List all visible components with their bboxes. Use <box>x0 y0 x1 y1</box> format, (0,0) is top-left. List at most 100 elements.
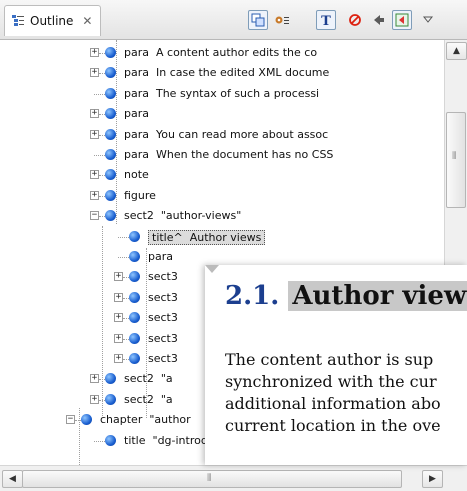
element-text-preview: You can read more about assoc <box>149 127 329 141</box>
element-node-icon <box>129 312 140 324</box>
element-node-icon <box>129 291 140 303</box>
tree-connector <box>118 236 129 238</box>
collapse-icon[interactable]: − <box>66 415 75 425</box>
tree-row[interactable]: + figure <box>0 187 444 207</box>
expand-icon[interactable]: + <box>90 129 99 139</box>
toolbar-menu-icon[interactable] <box>418 10 438 30</box>
expand-icon[interactable]: + <box>90 394 99 404</box>
element-node-icon <box>129 230 140 242</box>
element-tag-name: para <box>124 127 149 141</box>
element-tag-name: para <box>124 66 149 80</box>
element-tag-name: figure <box>124 188 156 202</box>
expand-icon[interactable]: + <box>90 170 99 180</box>
toolbar-stop-icon[interactable] <box>345 10 365 30</box>
expand-icon[interactable]: + <box>114 333 123 343</box>
view-titlebar: Outline ✕ T <box>0 0 467 40</box>
tooltip-line: current location in the ove <box>225 416 441 435</box>
expand-icon[interactable]: + <box>114 292 123 302</box>
element-node-icon <box>81 414 92 426</box>
horizontal-scroll-thumb[interactable]: ⦀ <box>22 470 402 488</box>
tooltip-body: The content author is sup synchronized w… <box>225 349 441 437</box>
expand-icon[interactable]: + <box>90 68 99 78</box>
element-node-icon <box>105 393 116 405</box>
outline-view: Outline ✕ T + para A content author edits… <box>0 0 467 491</box>
element-tag-name: sect3 <box>148 352 178 365</box>
element-tag-name: sect2 <box>124 392 154 406</box>
tree-row[interactable]: + para <box>0 105 444 125</box>
tree-guide-line <box>102 226 103 416</box>
tree-row-label: sect3 <box>148 352 178 365</box>
scroll-left-button[interactable]: ◀ <box>2 470 23 488</box>
scroll-grip-icon: ⦀ <box>207 473 212 484</box>
scroll-up-button[interactable]: ▲ <box>446 42 467 60</box>
expand-icon[interactable]: + <box>90 109 99 119</box>
tree-connector <box>123 277 129 279</box>
element-text-preview: Author views <box>182 230 262 244</box>
tree-row-label: sect3 <box>148 332 178 345</box>
element-tag-name: chapter <box>100 413 143 427</box>
tree-row-label: sect3 <box>148 291 178 304</box>
element-node-icon <box>105 434 116 446</box>
tree-row[interactable]: + para In case the edited XML docume <box>0 64 444 84</box>
element-node-icon <box>105 373 116 385</box>
element-node-icon <box>105 87 116 99</box>
element-text-preview: "a <box>153 372 173 386</box>
toolbar-sync-icon[interactable] <box>392 10 412 30</box>
element-node-icon <box>105 210 116 222</box>
element-node-icon <box>105 149 116 160</box>
tree-row-label: note <box>124 168 149 181</box>
element-text-preview: When the document has no CSS <box>149 148 334 161</box>
element-node-icon <box>129 271 140 283</box>
tree-row-label: para A content author edits the co <box>124 46 317 59</box>
tab-outline[interactable]: Outline ✕ <box>4 5 102 36</box>
scroll-right-button[interactable]: ▶ <box>422 470 443 488</box>
element-tag-name: sect2 <box>124 209 154 223</box>
element-node-icon <box>105 169 116 181</box>
element-tag-name: sect3 <box>148 290 178 304</box>
element-text-preview: The syntax of such a processi <box>149 86 320 100</box>
tree-row[interactable]: title^ Author views <box>0 228 444 248</box>
expand-icon[interactable]: + <box>90 374 99 384</box>
element-node-icon <box>105 67 116 79</box>
tooltip-heading: 2.1. Author view <box>225 281 467 311</box>
element-tag-name: para <box>124 148 149 161</box>
horizontal-scrollbar[interactable]: ◀ ⦀ ▶ <box>0 465 467 491</box>
tree-row[interactable]: para When the document has no CSS <box>0 146 444 166</box>
tree-row[interactable]: + para You can read more about assoc <box>0 126 444 146</box>
toolbar-settings-icon[interactable] <box>272 10 292 30</box>
collapse-icon[interactable]: − <box>90 211 99 221</box>
element-node-icon <box>105 128 116 140</box>
scroll-grip-icon: ⦀ <box>452 151 457 162</box>
toolbar-back-icon[interactable] <box>369 10 389 30</box>
element-text-preview: In case the edited XML docume <box>149 66 330 80</box>
element-tag-name: para <box>124 46 149 59</box>
toolbar-link-editor-icon[interactable] <box>248 10 268 30</box>
tree-row-label: para The syntax of such a processi <box>124 87 319 100</box>
expand-icon[interactable]: + <box>90 190 99 200</box>
expand-icon[interactable]: + <box>114 313 123 323</box>
toolbar-show-text-icon[interactable]: T <box>316 10 336 30</box>
element-node-icon <box>105 108 116 120</box>
expand-icon[interactable]: + <box>90 48 99 57</box>
tree-row[interactable]: + para A content author edits the co <box>0 44 444 64</box>
close-icon[interactable]: ✕ <box>82 14 92 28</box>
expand-icon[interactable]: + <box>114 354 123 363</box>
tree-connector <box>94 440 105 442</box>
element-text-preview: "author <box>142 413 191 427</box>
expand-icon[interactable]: + <box>114 272 123 282</box>
element-tag-name: title^ <box>152 230 183 244</box>
element-text-preview: "author-views" <box>153 209 242 223</box>
tree-row[interactable]: + note <box>0 166 444 186</box>
tree-row[interactable]: − sect2 "author-views" <box>0 207 444 227</box>
vertical-scroll-thumb[interactable]: ⦀ <box>446 112 466 208</box>
tree-row-label: sect3 <box>148 311 178 324</box>
element-tag-name: para <box>124 107 149 121</box>
tree-row-label: para <box>124 107 149 120</box>
tooltip-line: The content author is sup <box>225 350 434 369</box>
element-tag-name: para <box>148 250 173 263</box>
element-tag-name: sect2 <box>124 372 154 386</box>
outline-icon <box>12 15 24 26</box>
tree-row-label: title^ Author views <box>148 229 266 245</box>
tree-row[interactable]: para The syntax of such a processi <box>0 85 444 105</box>
tree-row-label: sect3 <box>148 270 178 283</box>
